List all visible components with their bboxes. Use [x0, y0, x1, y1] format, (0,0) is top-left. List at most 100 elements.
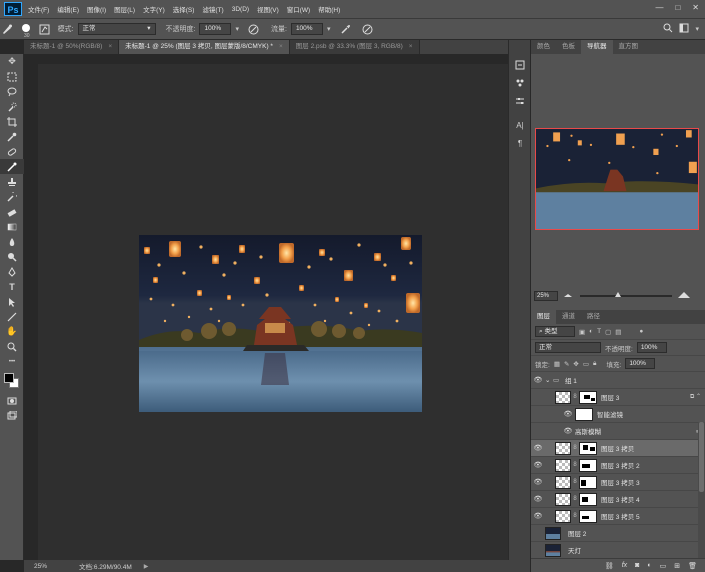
history-brush-tool-icon[interactable] [0, 189, 24, 204]
zoom-tool-icon[interactable] [0, 339, 24, 354]
fill-field[interactable]: 100% [625, 358, 656, 369]
minimize-button[interactable]: — [655, 3, 663, 12]
tab-navigator[interactable]: 导航器 [581, 40, 613, 54]
move-tool-icon[interactable]: ✥ [0, 54, 24, 69]
menu-window[interactable]: 窗口(W) [287, 4, 310, 14]
history-panel-icon[interactable] [509, 56, 531, 74]
lock-artboard-icon[interactable]: ▭ [583, 360, 589, 368]
layer-row-group[interactable]: 👁︎ ⌄ ▭ 组 1 [531, 372, 705, 389]
tab-untitled-25[interactable]: 未标题-1 @ 25% (图层 3 拷贝, 图层蒙版/8/CMYK) * × [119, 40, 290, 54]
adjustment-layer-icon[interactable]: ◐ [647, 562, 651, 569]
layer-filter-select[interactable]: ⌕ 类型 [535, 326, 575, 337]
menu-filter[interactable]: 滤镜(T) [202, 4, 223, 14]
eyedropper-tool-icon[interactable] [0, 129, 24, 144]
tab-swatches[interactable]: 色板 [556, 40, 581, 54]
brush-presets-panel-icon[interactable] [509, 74, 531, 92]
blur-tool-icon[interactable] [0, 234, 24, 249]
layers-scrollbar[interactable] [698, 422, 705, 562]
menu-image[interactable]: 图像(I) [87, 4, 106, 14]
link-icon[interactable]: 8 [572, 513, 578, 519]
layers-scrollbar-thumb[interactable] [699, 422, 704, 492]
gaussian-blur-row[interactable]: 👁︎ 👁︎ 高斯模糊 ⇌ [531, 423, 705, 440]
menu-type[interactable]: 文字(Y) [143, 4, 165, 14]
brush-size-picker[interactable]: 30 [20, 19, 30, 39]
menu-file[interactable]: 文件(F) [28, 4, 49, 14]
eye-icon[interactable]: 👁︎ [531, 512, 545, 520]
lock-pixels-icon[interactable]: ✎ [564, 360, 569, 368]
tab-layer2-psb[interactable]: 图层 2.psb @ 33.3% (图层 3, RGB/8) × [289, 40, 420, 54]
opacity-dropdown-icon[interactable]: ▾ [235, 25, 239, 33]
quick-mask-icon[interactable] [0, 393, 24, 408]
workspace-icon[interactable] [679, 23, 689, 35]
link-layers-icon[interactable]: ⛓︎ [605, 562, 614, 570]
status-zoom[interactable]: 25% [34, 563, 47, 570]
properties-panel-icon[interactable] [509, 92, 531, 110]
foreground-color-swatch[interactable] [4, 373, 14, 383]
layer-row-lanterns[interactable]: 👁︎ 天灯 [531, 542, 705, 559]
line-tool-icon[interactable] [0, 309, 24, 324]
flow-field[interactable]: 100% [290, 23, 323, 35]
eye-icon[interactable]: 👁︎ [531, 495, 545, 503]
filter-pixel-icon[interactable]: ▣ [579, 328, 585, 336]
tab-channels[interactable]: 通道 [556, 310, 581, 324]
canvas-area[interactable] [24, 54, 530, 560]
tab-histogram[interactable]: 直方图 [613, 40, 645, 54]
navigator-zoom-slider[interactable] [580, 292, 672, 297]
lock-position-icon[interactable]: ✥ [573, 360, 578, 368]
zoom-slider-knob[interactable] [614, 292, 621, 297]
close-button[interactable]: ✕ [692, 3, 699, 12]
search-icon[interactable] [663, 23, 673, 35]
menu-edit[interactable]: 编辑(E) [57, 4, 79, 14]
menu-help[interactable]: 帮助(H) [318, 4, 340, 14]
filter-toggle-icon[interactable]: ● [639, 328, 643, 335]
maximize-button[interactable]: □ [675, 3, 680, 12]
eye-icon[interactable]: 👁︎ [531, 461, 545, 469]
lanterns-artwork[interactable] [139, 235, 422, 412]
clone-stamp-tool-icon[interactable] [0, 174, 24, 189]
document-canvas[interactable] [38, 64, 516, 560]
quick-select-tool-icon[interactable] [0, 99, 24, 114]
filter-smart-icon[interactable]: ▤ [615, 328, 621, 336]
brush-panel-toggle-icon[interactable] [38, 22, 52, 36]
close-icon[interactable]: × [108, 40, 112, 54]
filter-adjust-icon[interactable]: ◐ [589, 328, 593, 335]
menu-3d[interactable]: 3D(D) [232, 6, 249, 13]
link-icon[interactable]: 8 [572, 445, 578, 451]
flow-dropdown-icon[interactable]: ▾ [327, 25, 331, 33]
workspace-dropdown-icon[interactable]: ▾ [695, 25, 699, 33]
layer-row-copy5[interactable]: 👁︎ 8 图层 3 拷贝 5 [531, 508, 705, 525]
chevron-down-icon[interactable]: ⌄ [545, 376, 553, 384]
tab-paths[interactable]: 路径 [581, 310, 606, 324]
eye-icon[interactable]: 👁︎ [531, 478, 545, 486]
layer-row-copy3[interactable]: 👁︎ 8 图层 3 拷贝 3 [531, 474, 705, 491]
menu-layer[interactable]: 图层(L) [114, 4, 135, 14]
pressure-opacity-icon[interactable] [247, 22, 261, 36]
pen-tool-icon[interactable] [0, 264, 24, 279]
layer-style-icon[interactable]: fx [622, 562, 627, 569]
menu-view[interactable]: 视图(V) [257, 4, 279, 14]
status-menu-arrow-icon[interactable]: ▶ [144, 563, 149, 570]
screen-mode-icon[interactable] [0, 408, 24, 423]
layer-row-layer2[interactable]: 👁︎ 图层 2 [531, 525, 705, 542]
navigator-zoom-field[interactable]: 25% [534, 291, 558, 301]
brush-tool-preset-icon[interactable] [0, 22, 14, 36]
close-icon[interactable]: × [409, 40, 413, 54]
tab-color[interactable]: 颜色 [531, 40, 556, 54]
eye-icon[interactable]: 👁︎ [531, 376, 545, 384]
mode-select[interactable]: 正常 ▾ [77, 23, 156, 35]
add-mask-icon[interactable]: ◙ [635, 562, 639, 569]
opacity-field[interactable]: 100% [199, 23, 232, 35]
character-panel-icon[interactable]: A| [509, 116, 531, 134]
menu-select[interactable]: 选择(S) [173, 4, 195, 14]
lasso-tool-icon[interactable] [0, 84, 24, 99]
pressure-size-icon[interactable] [360, 22, 374, 36]
blend-mode-select[interactable]: 正常 [535, 342, 601, 353]
navigator-preview[interactable] [535, 128, 699, 230]
filter-type-icon[interactable]: T [597, 328, 601, 335]
close-icon[interactable]: × [279, 40, 283, 54]
link-icon[interactable]: 8 [572, 479, 578, 485]
healing-brush-tool-icon[interactable] [0, 144, 24, 159]
lock-all-icon[interactable]: 🔒︎ [593, 360, 596, 368]
paragraph-panel-icon[interactable]: ¶ [509, 134, 531, 152]
layer-row-copy4[interactable]: 👁︎ 8 图层 3 拷贝 4 [531, 491, 705, 508]
